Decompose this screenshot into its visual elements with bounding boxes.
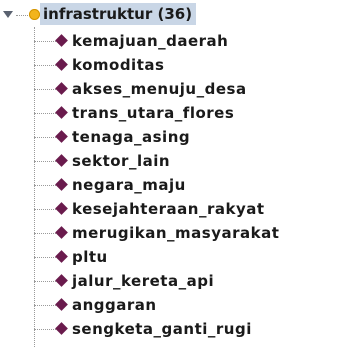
tree-node-label: sektor_lain: [72, 152, 171, 170]
tree-node-label: kemajuan_daerah: [72, 32, 229, 50]
tree-node-label: pltu: [72, 248, 108, 266]
tree-connector: [34, 161, 56, 162]
purple-diamond-icon: [55, 130, 68, 143]
purple-diamond-icon: [55, 34, 68, 47]
tree-connector: [34, 137, 56, 138]
tree-connector: [34, 185, 56, 186]
tree-view: infrastruktur (36) kemajuan_daerah komod…: [0, 0, 353, 347]
purple-diamond-icon: [55, 226, 68, 239]
tree-node-label: tenaga_asing: [72, 128, 191, 146]
tree-node[interactable]: negara_maju: [34, 172, 353, 198]
purple-diamond-icon: [55, 154, 68, 167]
tree-connector: [16, 15, 30, 16]
tree-connector: [34, 257, 56, 258]
tree-connector: [34, 329, 56, 330]
purple-diamond-icon: [55, 274, 68, 287]
tree-root-node[interactable]: infrastruktur (36): [40, 3, 197, 25]
tree-node-label: anggaran: [72, 296, 157, 314]
tree-node[interactable]: tenaga_asing: [34, 124, 353, 150]
purple-diamond-icon: [55, 82, 68, 95]
tree-connector: [34, 41, 56, 42]
purple-diamond-icon: [55, 106, 68, 119]
tree-node[interactable]: pltu: [34, 244, 353, 270]
tree-node[interactable]: akses_menuju_desa: [34, 76, 353, 102]
tree-connector: [34, 305, 56, 306]
tree-node[interactable]: sengketa_ganti_rugi: [34, 316, 353, 342]
triangle-down-icon: [3, 11, 13, 18]
purple-diamond-icon: [55, 298, 68, 311]
tree-node[interactable]: merugikan_masyarakat: [34, 220, 353, 246]
tree-node[interactable]: jalur_kereta_api: [34, 268, 353, 294]
tree-node[interactable]: trans_utara_flores: [34, 100, 353, 126]
tree-node-label: akses_menuju_desa: [72, 80, 247, 98]
purple-diamond-icon: [55, 322, 68, 335]
tree-node[interactable]: anggaran: [34, 292, 353, 318]
tree-connector: [34, 281, 56, 282]
tree-connector: [34, 233, 56, 234]
yellow-circle-icon: [29, 9, 40, 20]
purple-diamond-icon: [55, 250, 68, 263]
tree-node[interactable]: sektor_lain: [34, 148, 353, 174]
purple-diamond-icon: [55, 178, 68, 191]
tree-connector: [34, 113, 56, 114]
purple-diamond-icon: [55, 58, 68, 71]
tree-node[interactable]: komoditas: [34, 52, 353, 78]
tree-node-label: merugikan_masyarakat: [72, 224, 280, 242]
tree-node[interactable]: kesejahteraan_rakyat: [34, 196, 353, 222]
tree-connector: [34, 89, 56, 90]
tree-connector: [34, 209, 56, 210]
tree-node-label: komoditas: [72, 56, 165, 74]
tree-node-label: negara_maju: [72, 176, 186, 194]
tree-node-label: jalur_kereta_api: [72, 272, 215, 290]
purple-diamond-icon: [55, 202, 68, 215]
tree-node-label: kesejahteraan_rakyat: [72, 200, 265, 218]
tree-connector: [34, 65, 56, 66]
tree-node[interactable]: kemajuan_daerah: [34, 28, 353, 54]
tree-node-label: sengketa_ganti_rugi: [72, 320, 252, 338]
tree-node-label: trans_utara_flores: [72, 104, 235, 122]
